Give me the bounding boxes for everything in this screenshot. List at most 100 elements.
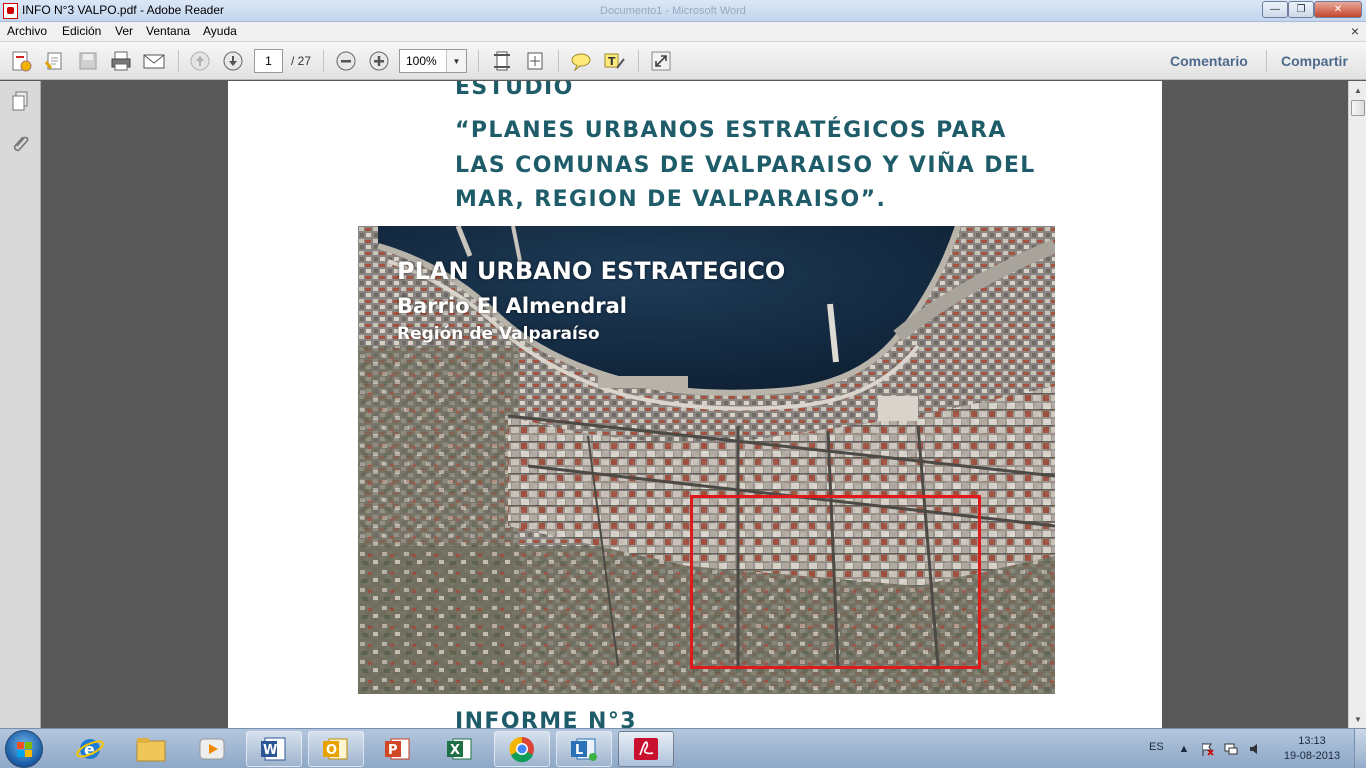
close-button[interactable]: ✕ [1314,1,1362,18]
zoom-in-button[interactable] [367,49,391,73]
show-hidden-icons-button[interactable]: ▲ [1176,741,1192,757]
plus-circle-icon [369,51,389,71]
fit-page-button[interactable] [523,49,547,73]
menu-archivo[interactable]: Archivo [7,24,47,38]
study-area-highlight [690,495,981,669]
expand-icon [651,51,671,71]
full-screen-button[interactable] [649,49,673,73]
previous-page-button[interactable] [188,49,212,73]
zoom-select[interactable]: 100% ▼ [399,49,467,73]
taskbar-file-explorer[interactable] [123,731,179,767]
background-window-title: Documento1 - Microsoft Word [600,5,746,17]
highlight-button[interactable]: T [602,49,626,73]
taskbar-excel[interactable]: X [432,731,488,767]
pages-icon [12,91,28,111]
print-button[interactable] [109,49,133,73]
chevron-down-icon[interactable]: ▼ [446,50,466,72]
clock-time: 13:13 [1298,735,1326,747]
media-player-icon [199,738,225,760]
input-language-indicator[interactable]: ES [1149,741,1164,753]
document-viewport[interactable]: ESTUDIO “PLANES URBANOS ESTRATÉGICOS PAR… [41,81,1348,728]
menu-ayuda[interactable]: Ayuda [203,24,237,38]
menu-bar: Archivo Edición Ver Ventana Ayuda × [0,22,1366,42]
attachments-button[interactable] [8,132,32,156]
report-number-heading: INFORME N°3 [455,709,637,728]
menu-ver[interactable]: Ver [115,24,133,38]
image-title: PLAN URBANO ESTRATEGICO [397,257,786,285]
svg-text:T: T [608,55,616,68]
comment-bubble-icon [571,53,591,72]
clock-date: 19-08-2013 [1283,750,1341,762]
volume-icon[interactable] [1247,741,1263,757]
window-title: INFO N°3 VALPO.pdf - Adobe Reader [22,3,225,17]
menu-ventana[interactable]: Ventana [146,24,190,38]
excel-icon: X [447,738,472,760]
save-button[interactable] [76,49,100,73]
taskbar-chrome[interactable] [494,731,550,767]
page-total: / 27 [291,54,312,68]
svg-text:W: W [263,743,277,758]
minimize-button[interactable]: — [1262,1,1288,18]
document-heading-estudio: ESTUDIO [455,81,574,100]
paperclip-icon [13,136,29,152]
network-icon[interactable] [1223,741,1239,757]
vertical-scrollbar[interactable]: ▲ ▼ [1348,81,1366,728]
open-button[interactable] [43,49,67,73]
envelope-icon [143,54,165,69]
scroll-page-icon [494,51,510,71]
page-number-input[interactable]: 1 [254,49,283,73]
image-subtitle: Barrio El Almendral [397,294,627,318]
system-clock[interactable]: 13:13 19-08-2013 [1272,734,1352,764]
taskbar-internet-explorer[interactable]: e [62,731,118,767]
minimize-icon: — [1270,4,1280,15]
share-panel-link[interactable]: Compartir [1281,53,1348,69]
folder-icon [136,738,166,762]
save-icon [79,52,97,70]
scroll-mode-button[interactable] [490,49,514,73]
document-close-button[interactable]: × [1351,23,1359,39]
taskbar-outlook[interactable]: O [308,731,364,767]
scroll-up-arrow-icon[interactable]: ▲ [1351,83,1365,97]
open-file-icon [44,52,62,70]
create-pdf-button[interactable] [9,49,33,73]
taskbar-media-player[interactable] [184,731,240,767]
svg-text:X: X [450,743,460,758]
navigation-pane [0,81,41,728]
outlook-icon: O [323,738,348,760]
network-monitor-icon [1224,743,1238,755]
taskbar-word[interactable]: W [246,731,302,767]
aerial-city-image: PLAN URBANO ESTRATEGICO Barrio El Almend… [358,226,1055,694]
comment-panel-link[interactable]: Comentario [1170,53,1248,69]
document-heading-line: LAS COMUNAS DE VALPARAISO Y VIÑA DEL [455,153,1036,178]
toolbar-separator [558,50,559,72]
add-comment-button[interactable] [569,49,593,73]
highlighter-icon: T [604,53,625,69]
taskbar-adobe-reader[interactable] [618,731,674,767]
show-desktop-button[interactable] [1354,729,1366,768]
speaker-icon [1250,744,1257,754]
toolbar-separator [1266,50,1267,72]
zoom-out-button[interactable] [334,49,358,73]
page-thumbnails-button[interactable] [8,89,32,113]
toolbar-separator [478,50,479,72]
next-page-button[interactable] [221,49,245,73]
scroll-down-arrow-icon[interactable]: ▼ [1351,712,1365,726]
start-button[interactable] [5,730,43,768]
svg-text:O: O [326,743,337,758]
internet-explorer-icon: e [76,739,104,759]
taskbar: e W O P X L ES ▲ 13:13 19-08-2013 [0,728,1366,768]
chrome-icon [509,736,534,763]
email-button[interactable] [142,49,166,73]
menu-edicion[interactable]: Edición [62,24,101,38]
zoom-value: 100% [406,54,437,68]
windows-logo-icon [17,742,32,757]
pdf-page: ESTUDIO “PLANES URBANOS ESTRATÉGICOS PAR… [228,81,1162,728]
maximize-button[interactable]: ❐ [1288,1,1314,18]
flag-alert-icon [1202,743,1214,756]
arrow-down-icon [223,51,243,71]
taskbar-powerpoint[interactable]: P [370,731,426,767]
word-icon: W [261,737,286,761]
action-center-icon[interactable] [1199,741,1215,757]
scrollbar-thumb[interactable] [1351,100,1365,116]
taskbar-lync[interactable]: L [556,731,612,767]
